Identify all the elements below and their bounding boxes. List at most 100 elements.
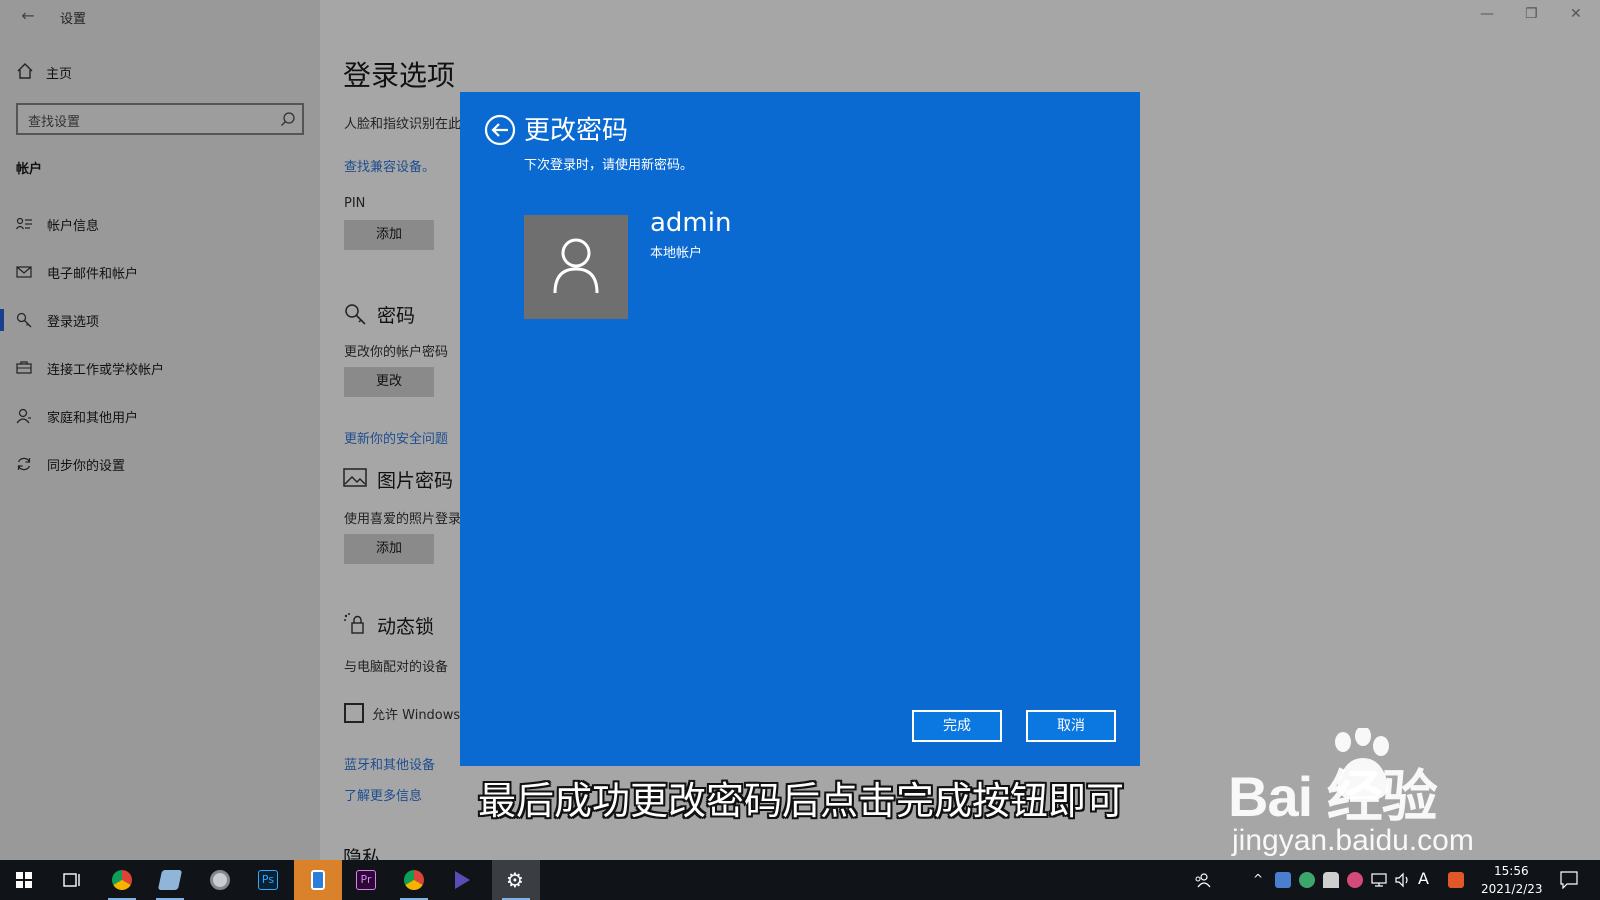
clock-date[interactable]: 2021/2/23 xyxy=(1481,882,1543,896)
taskbar-app-phone[interactable] xyxy=(294,860,342,900)
learn-more-link[interactable]: 了解更多信息 xyxy=(344,785,422,804)
person-icon xyxy=(16,408,31,424)
shield-icon[interactable] xyxy=(1299,872,1315,888)
taskbar-app-settings[interactable]: ⚙ xyxy=(492,860,540,900)
people-icon[interactable] xyxy=(1195,872,1211,888)
windows-icon xyxy=(16,872,32,888)
sync-icon xyxy=(17,457,31,471)
taskbar-app-photoshop[interactable]: Ps xyxy=(244,860,292,900)
security-questions-link[interactable]: 更新你的安全问题 xyxy=(344,428,448,447)
bluetooth-devices-link[interactable]: 蓝牙和其他设备 xyxy=(344,754,435,773)
sogou-icon[interactable] xyxy=(1448,872,1464,888)
taskbar-app-disk[interactable] xyxy=(196,860,244,900)
dynamic-lock-heading: 动态锁 xyxy=(377,616,435,638)
baidu-url: jingyan.baidu.com xyxy=(1232,824,1474,857)
change-password-dialog: 更改密码 下次登录时，请使用新密码。 admin 本地帐户 完成 取消 xyxy=(460,92,1140,766)
notification-icon[interactable] xyxy=(1560,871,1578,889)
user-icon xyxy=(553,238,599,294)
search-icon[interactable] xyxy=(280,111,296,127)
premiere-icon: Pr xyxy=(356,870,376,890)
page-title: 登录选项 xyxy=(343,59,456,92)
picture-password-heading: 图片密码 xyxy=(377,470,454,492)
password-heading: 密码 xyxy=(377,305,416,327)
section-heading-accounts: 帐户 xyxy=(16,162,43,177)
taskbar-app-media[interactable] xyxy=(438,860,486,900)
ime-indicator[interactable]: A xyxy=(1418,869,1434,888)
taskbar: Ps Pr ⚙ ^ A xyxy=(0,860,1600,900)
photoshop-icon: Ps xyxy=(258,870,278,890)
settings-sidebar: ← 设置 主页 查找设置 帐户 帐户信息 电子邮件和帐户 登录选项 连接工作或学… xyxy=(0,0,320,860)
sidebar-item-work-school[interactable]: 连接工作或学校帐户 xyxy=(0,348,320,388)
pin-add-button[interactable]: 添加 xyxy=(344,220,434,250)
start-button[interactable] xyxy=(0,860,48,900)
taskbar-app-premiere[interactable]: Pr xyxy=(342,860,390,900)
dynamic-lock-description: 与电脑配对的设备 xyxy=(344,660,449,675)
baidu-paw-icon xyxy=(1335,728,1389,800)
tray-app-icon[interactable] xyxy=(1275,872,1291,888)
sidebar-item-label: 家庭和其他用户 xyxy=(47,411,139,426)
sidebar-item-email[interactable]: 电子邮件和帐户 xyxy=(0,252,320,292)
account-type: 本地帐户 xyxy=(650,246,703,261)
volume-icon[interactable] xyxy=(1395,872,1411,888)
dialog-title: 更改密码 xyxy=(524,116,629,146)
picture-password-description: 使用喜爱的照片登录 xyxy=(344,512,460,527)
cancel-button[interactable]: 取消 xyxy=(1026,710,1116,742)
dynamic-lock-icon xyxy=(344,613,364,634)
picture-icon xyxy=(343,468,367,487)
sidebar-item-family-users[interactable]: 家庭和其他用户 xyxy=(0,396,320,436)
password-description: 更改你的帐户密码 xyxy=(344,345,449,360)
taskbar-app-chrome[interactable] xyxy=(98,860,146,900)
user-name: admin xyxy=(650,208,732,238)
back-arrow-icon[interactable]: ← xyxy=(16,4,40,28)
disk-icon xyxy=(210,870,230,890)
password-change-button[interactable]: 更改 xyxy=(344,367,434,397)
window-title: 设置 xyxy=(60,12,87,27)
home-icon[interactable] xyxy=(16,62,34,80)
account-info-icon xyxy=(16,217,32,230)
minimize-icon[interactable]: — xyxy=(1480,6,1494,22)
tray-bug-icon[interactable] xyxy=(1347,872,1363,888)
sidebar-item-sync[interactable]: 同步你的设置 xyxy=(0,444,320,484)
privacy-heading: 隐私 xyxy=(343,847,382,860)
search-placeholder: 查找设置 xyxy=(28,115,81,130)
allow-windows-label: 允许 Windows xyxy=(372,708,460,723)
sidebar-item-label: 帐户信息 xyxy=(47,219,100,234)
face-description: 人脸和指纹识别在此 xyxy=(344,117,460,132)
play-icon xyxy=(455,871,470,889)
allow-windows-checkbox[interactable] xyxy=(344,703,364,723)
search-input[interactable]: 查找设置 xyxy=(16,103,304,135)
password-key-icon xyxy=(345,304,366,325)
video-caption: 最后成功更改密码后点击完成按钮即可 xyxy=(478,779,1125,823)
find-devices-link[interactable]: 查找兼容设备。 xyxy=(344,156,435,175)
gear-icon: ⚙ xyxy=(506,868,524,892)
home-link[interactable]: 主页 xyxy=(46,63,72,82)
mail-icon xyxy=(16,266,32,278)
chrome-icon xyxy=(112,870,132,890)
key-icon xyxy=(16,312,32,328)
sidebar-item-label: 电子邮件和帐户 xyxy=(47,267,139,282)
close-icon[interactable]: ✕ xyxy=(1570,6,1582,22)
phone-icon xyxy=(311,870,325,890)
notes-icon xyxy=(157,870,183,890)
sidebar-item-sign-in-options[interactable]: 登录选项 xyxy=(0,300,320,340)
sidebar-item-label: 同步你的设置 xyxy=(47,459,126,474)
restore-icon[interactable]: ❐ xyxy=(1525,6,1538,22)
task-view-icon xyxy=(63,873,80,887)
pin-label: PIN xyxy=(344,196,366,211)
network-icon[interactable] xyxy=(1371,872,1387,888)
taskbar-app-chrome-2[interactable] xyxy=(390,860,438,900)
picture-add-button[interactable]: 添加 xyxy=(344,534,434,564)
back-circle-icon[interactable] xyxy=(484,114,516,146)
task-view-button[interactable] xyxy=(48,860,96,900)
chrome-icon xyxy=(404,870,424,890)
finish-button[interactable]: 完成 xyxy=(912,710,1002,742)
avatar xyxy=(524,215,628,319)
sidebar-item-label: 登录选项 xyxy=(47,315,100,330)
tray-cup-icon[interactable] xyxy=(1323,872,1339,888)
chevron-up-icon[interactable]: ^ xyxy=(1253,872,1269,888)
clock-time[interactable]: 15:56 xyxy=(1494,864,1529,878)
dialog-subtitle: 下次登录时，请使用新密码。 xyxy=(524,158,694,173)
sidebar-item-account-info[interactable]: 帐户信息 xyxy=(0,204,320,244)
briefcase-icon xyxy=(16,361,32,374)
taskbar-app-notes[interactable] xyxy=(146,860,194,900)
